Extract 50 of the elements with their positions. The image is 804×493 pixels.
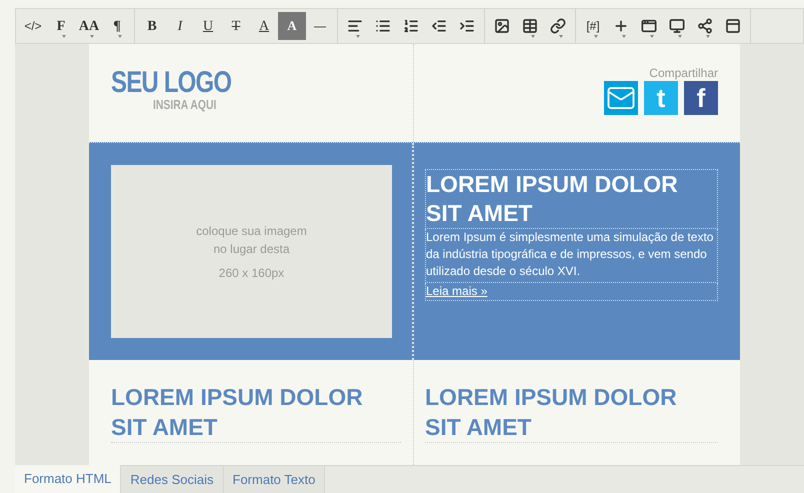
dropdown-caret-icon bbox=[356, 35, 360, 38]
format-button[interactable]: I bbox=[166, 12, 194, 40]
format-button[interactable]: B bbox=[138, 12, 166, 40]
feature-text: Lorem Ipsum é simplesmente uma simulação de texto da indústria tipográfica e de impressos, e vem sendo utilizado desde o século XVI. bbox=[425, 229, 718, 283]
align-left-icon bbox=[347, 18, 363, 34]
dropdown-caret-icon bbox=[622, 35, 626, 38]
column-title: LOREM IPSUM DOLOR SIT AMET bbox=[425, 382, 718, 443]
format-button[interactable]: AA bbox=[75, 12, 103, 40]
dropdown-caret-icon bbox=[62, 35, 66, 38]
bullet-list-icon bbox=[375, 18, 391, 34]
format-button[interactable]: A bbox=[278, 12, 306, 40]
dropdown-caret-icon bbox=[678, 35, 682, 38]
window-icon bbox=[641, 18, 657, 34]
format-button[interactable]: [#] bbox=[579, 12, 607, 40]
social-share-button[interactable]: f bbox=[684, 81, 718, 115]
share-icon bbox=[697, 18, 713, 34]
dropdown-caret-icon bbox=[90, 35, 94, 38]
indent-icon bbox=[459, 18, 475, 34]
placeholder-hint: coloque sua imagem bbox=[196, 222, 307, 240]
format-button[interactable]: F bbox=[47, 12, 75, 40]
plus-icon bbox=[613, 18, 629, 34]
email-share-button[interactable] bbox=[604, 81, 638, 115]
column-title: LOREM IPSUM DOLOR SIT AMET bbox=[111, 382, 401, 443]
dropdown-caret-icon bbox=[118, 35, 122, 38]
format-button[interactable]: T bbox=[222, 12, 250, 40]
format-button[interactable]: — bbox=[306, 12, 334, 40]
placeholder-size: 260 x 160px bbox=[218, 264, 284, 282]
dropdown-caret-icon bbox=[559, 35, 563, 38]
editor-tab[interactable]: Formato HTML bbox=[15, 465, 122, 493]
feature-title: LOREM IPSUM DOLOR SIT AMET bbox=[425, 169, 718, 229]
format-button[interactable]: ¶ bbox=[103, 12, 131, 40]
table-icon bbox=[522, 18, 538, 34]
logo-subtext: INSIRA AQUI bbox=[153, 98, 216, 112]
layout-icon bbox=[725, 18, 741, 34]
outdent-icon bbox=[431, 18, 447, 34]
image-icon bbox=[494, 18, 510, 34]
placeholder-hint: no lugar desta bbox=[213, 240, 290, 258]
link-icon bbox=[550, 18, 566, 34]
format-button[interactable]: A bbox=[250, 12, 278, 40]
read-more-link[interactable]: Leia mais » bbox=[426, 284, 488, 298]
monitor-icon bbox=[669, 18, 685, 34]
dropdown-caret-icon bbox=[531, 35, 535, 38]
dropdown-caret-icon bbox=[594, 35, 598, 38]
dropdown-caret-icon bbox=[706, 35, 710, 38]
logo-text: SEU LOGO bbox=[111, 68, 232, 98]
share-label: Compartilhar bbox=[649, 66, 718, 80]
numbered-list-icon bbox=[403, 18, 419, 34]
format-button[interactable]: </> bbox=[19, 12, 47, 40]
dropdown-caret-icon bbox=[650, 35, 654, 38]
format-button[interactable]: U bbox=[194, 12, 222, 40]
